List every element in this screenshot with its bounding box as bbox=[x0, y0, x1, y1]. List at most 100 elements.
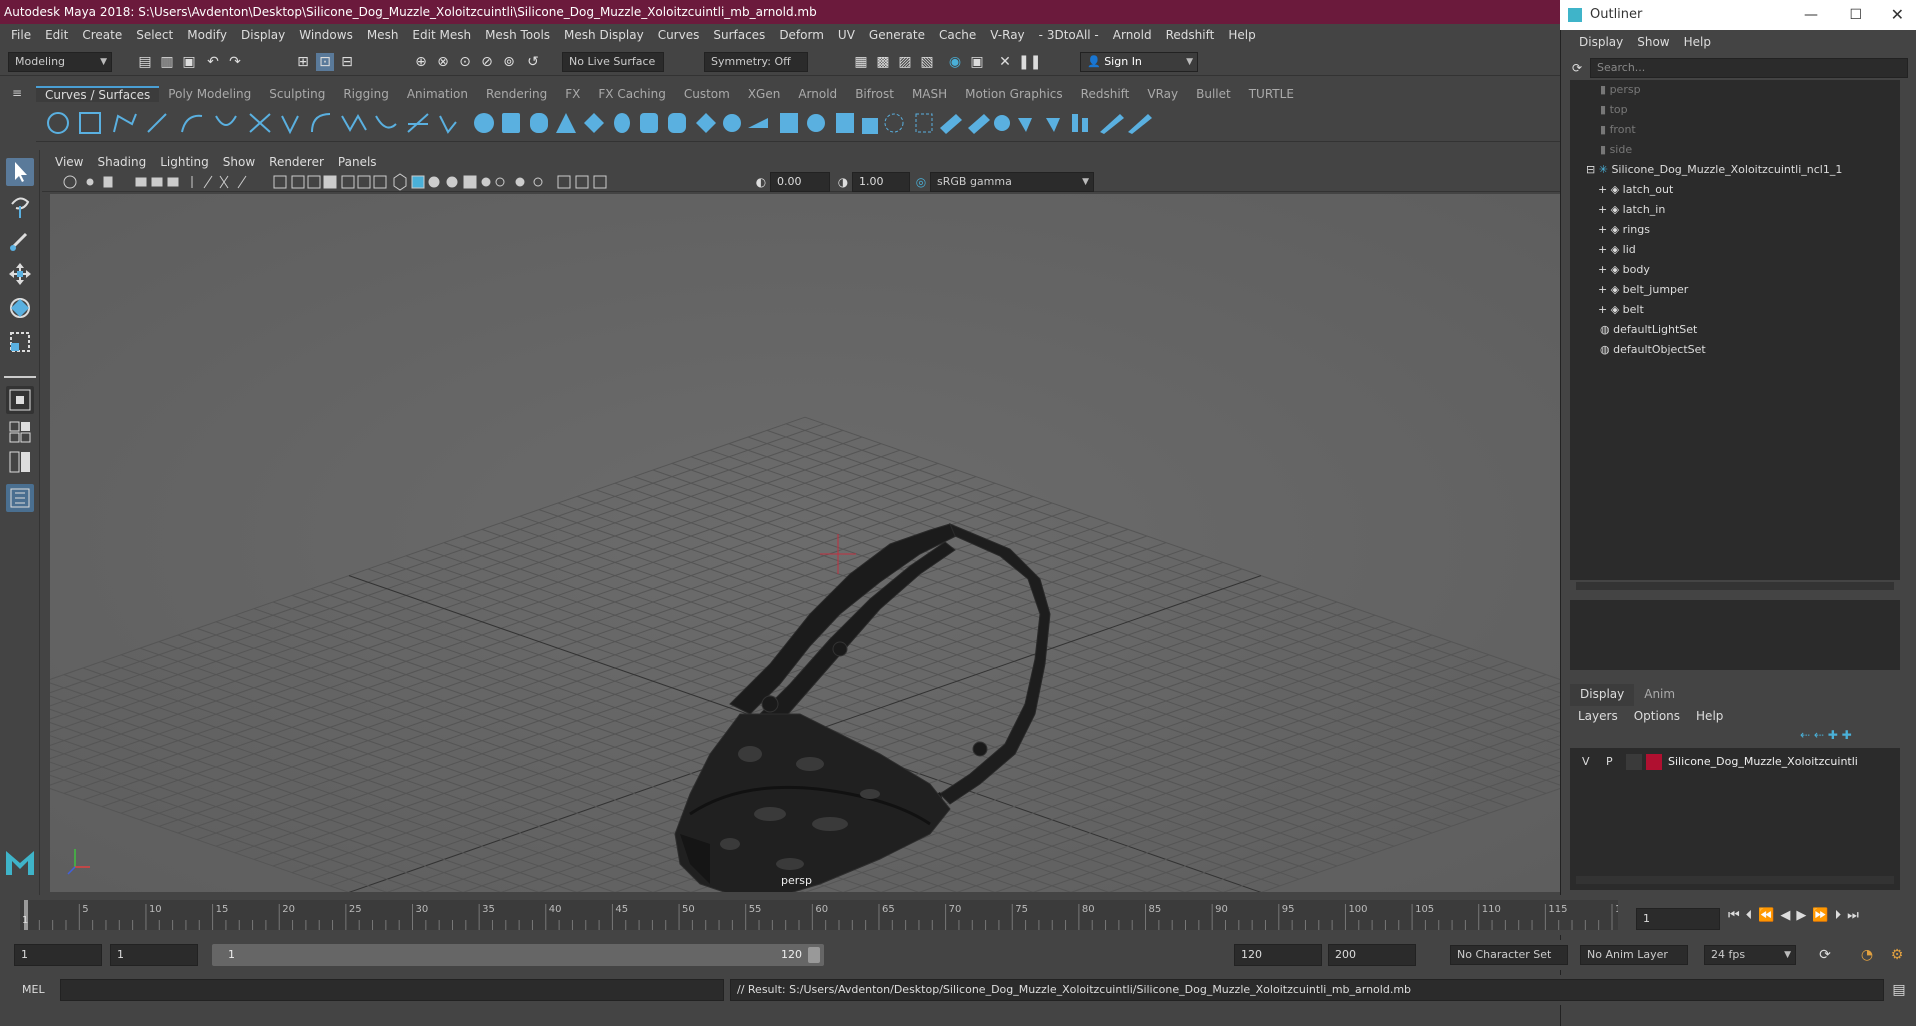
rotate-tool-icon[interactable] bbox=[6, 294, 34, 322]
exposure-field[interactable]: 0.00 bbox=[770, 172, 830, 192]
lasso-tool-icon[interactable] bbox=[6, 192, 34, 220]
menu-select[interactable]: Select bbox=[129, 28, 180, 42]
nurbs-cylinder-icon[interactable] bbox=[530, 113, 548, 133]
outliner-item-belt-jumper[interactable]: + ◈ belt_jumper bbox=[1598, 280, 1688, 300]
color-space-dropdown[interactable]: sRGB gamma ▼ bbox=[930, 172, 1094, 192]
maximize-icon[interactable]: ☐ bbox=[1849, 0, 1862, 30]
surface-editing-icon[interactable] bbox=[1018, 118, 1032, 132]
gamma-icon[interactable]: ◑ bbox=[834, 173, 852, 191]
menu-deform[interactable]: Deform bbox=[772, 28, 831, 42]
play-forward-icon[interactable]: ▶ bbox=[1796, 908, 1806, 930]
project-curve-icon[interactable] bbox=[862, 118, 878, 134]
range-handle[interactable] bbox=[808, 947, 820, 963]
go-to-start-icon[interactable]: ⏮ bbox=[1728, 908, 1740, 930]
outliner-item-default-light-set[interactable]: ◍ defaultLightSet bbox=[1600, 320, 1697, 340]
nurbs-torus-icon[interactable] bbox=[614, 113, 630, 133]
select-hierarchy-icon[interactable]: ⊞ bbox=[294, 53, 312, 71]
pencil-curve-icon[interactable] bbox=[147, 113, 167, 133]
auto-key-icon[interactable]: ◔ bbox=[1858, 946, 1876, 964]
layer-menu-help[interactable]: Help bbox=[1688, 709, 1731, 723]
viewport-3d[interactable] bbox=[50, 194, 1560, 892]
revolve-icon[interactable] bbox=[668, 113, 686, 133]
tab-animation[interactable]: Animation bbox=[398, 87, 477, 101]
snap-point-icon[interactable]: ⊙ bbox=[456, 53, 474, 71]
square-surface-icon[interactable] bbox=[807, 114, 825, 132]
layer-visibility-toggle[interactable]: V bbox=[1582, 755, 1590, 768]
open-scene-icon[interactable]: ▥ bbox=[158, 53, 176, 71]
menu-display[interactable]: Display bbox=[234, 28, 292, 42]
shadow-icon[interactable] bbox=[463, 175, 477, 189]
detach-surfaces-icon[interactable] bbox=[1082, 118, 1088, 132]
nurbs-sphere-icon[interactable] bbox=[474, 113, 494, 133]
offset-curve-icon[interactable] bbox=[375, 115, 397, 129]
2d-pan-zoom-icon[interactable] bbox=[151, 177, 163, 187]
extend-surface-icon[interactable] bbox=[1100, 114, 1124, 134]
move-layer-up-icon[interactable]: ⇠ bbox=[1800, 728, 1814, 742]
tab-motion-graphics[interactable]: Motion Graphics bbox=[956, 87, 1072, 101]
tab-bullet[interactable]: Bullet bbox=[1187, 87, 1240, 101]
menu-create[interactable]: Create bbox=[75, 28, 129, 42]
attach-curves-icon[interactable] bbox=[249, 113, 271, 133]
time-ruler[interactable]: 5 10 15 20 25 30 35 40 45 50 55 60 65 70 75 80 85 90 95 100… bbox=[20, 900, 1634, 930]
menu-mesh[interactable]: Mesh bbox=[360, 28, 406, 42]
screen-space-ao-icon[interactable] bbox=[481, 177, 491, 187]
save-scene-icon[interactable]: ▣ bbox=[180, 53, 198, 71]
viewport-menu-panels[interactable]: Panels bbox=[331, 155, 384, 169]
tab-bifrost[interactable]: Bifrost bbox=[846, 87, 903, 101]
go-to-end-icon[interactable]: ⏭ bbox=[1847, 908, 1859, 930]
planar-icon[interactable] bbox=[723, 114, 741, 132]
render-setup-icon[interactable]: ▣ bbox=[968, 53, 986, 71]
undo-icon[interactable]: ↶ bbox=[204, 53, 222, 71]
tab-vray[interactable]: VRay bbox=[1138, 87, 1187, 101]
tab-rigging[interactable]: Rigging bbox=[334, 87, 397, 101]
outliner-hscrollbar[interactable] bbox=[1576, 582, 1894, 590]
character-set-dropdown[interactable]: No Character Set bbox=[1450, 945, 1568, 965]
depth-of-field-icon[interactable] bbox=[533, 177, 543, 187]
sculpt-surface-icon[interactable] bbox=[994, 115, 1010, 131]
outliner-item-front[interactable]: ▮ front bbox=[1600, 120, 1636, 140]
nurbs-cone-icon[interactable] bbox=[556, 113, 576, 133]
move-layer-down-icon[interactable]: ⇠ bbox=[1814, 728, 1828, 742]
mode-dropdown[interactable]: Modeling ▼ bbox=[8, 52, 112, 72]
step-forward-key-icon[interactable]: ⏩ bbox=[1812, 908, 1828, 930]
tab-poly-modeling[interactable]: Poly Modeling bbox=[159, 87, 260, 101]
shelf-menu-icon[interactable]: ≡ bbox=[12, 86, 28, 102]
outliner-item-belt[interactable]: + ◈ belt bbox=[1598, 300, 1644, 320]
intersect-icon[interactable] bbox=[836, 113, 854, 133]
new-layer-icon[interactable]: ✚ bbox=[1828, 728, 1842, 742]
outliner-item-top[interactable]: ▮ top bbox=[1600, 100, 1628, 120]
menu-vray[interactable]: V-Ray bbox=[983, 28, 1031, 42]
film-gate-icon[interactable] bbox=[203, 175, 213, 189]
menu-edit-mesh[interactable]: Edit Mesh bbox=[405, 28, 478, 42]
outliner-item-group[interactable]: ⊟ ✳ Silicone_Dog_Muzzle_Xoloitzcuintli_n… bbox=[1586, 160, 1842, 180]
reverse-curve-icon[interactable] bbox=[407, 113, 429, 133]
menu-uv[interactable]: UV bbox=[831, 28, 862, 42]
viewport-menu-lighting[interactable]: Lighting bbox=[153, 155, 216, 169]
tab-sculpting[interactable]: Sculpting bbox=[260, 87, 334, 101]
render-settings-icon[interactable]: ▧ bbox=[918, 53, 936, 71]
render-frame-icon[interactable]: ▩ bbox=[874, 53, 892, 71]
nurbs-square-icon[interactable] bbox=[79, 112, 101, 134]
menu-windows[interactable]: Windows bbox=[292, 28, 360, 42]
arc-tool-icon[interactable] bbox=[181, 114, 203, 133]
collapse-icon[interactable]: ⊟ bbox=[1586, 163, 1599, 176]
layer-row[interactable]: V P Silicone_Dog_Muzzle_Xoloitzcuintli bbox=[1576, 752, 1894, 772]
attach-surfaces-icon[interactable] bbox=[1072, 114, 1078, 132]
select-tool-icon[interactable] bbox=[6, 158, 34, 186]
select-camera-icon[interactable] bbox=[63, 175, 77, 189]
tab-redshift[interactable]: Redshift bbox=[1072, 87, 1139, 101]
range-inner-start-field[interactable]: 1 bbox=[110, 944, 198, 966]
xray-joints-icon[interactable] bbox=[428, 176, 440, 188]
menu-help[interactable]: Help bbox=[1221, 28, 1262, 42]
bezier-curve-icon[interactable] bbox=[215, 115, 237, 126]
offset-surface-icon[interactable] bbox=[1128, 114, 1152, 134]
tab-rendering[interactable]: Rendering bbox=[477, 87, 556, 101]
loft-icon[interactable] bbox=[640, 113, 658, 133]
antialiasing-icon[interactable] bbox=[515, 177, 525, 187]
range-end-field[interactable]: 120 bbox=[1234, 944, 1322, 966]
ep-curve-icon[interactable] bbox=[113, 113, 137, 133]
untrim-icon[interactable] bbox=[915, 113, 933, 133]
current-frame-field[interactable]: 1 bbox=[1636, 908, 1720, 930]
menu-modify[interactable]: Modify bbox=[180, 28, 234, 42]
single-perspective-layout-icon[interactable] bbox=[6, 386, 34, 414]
